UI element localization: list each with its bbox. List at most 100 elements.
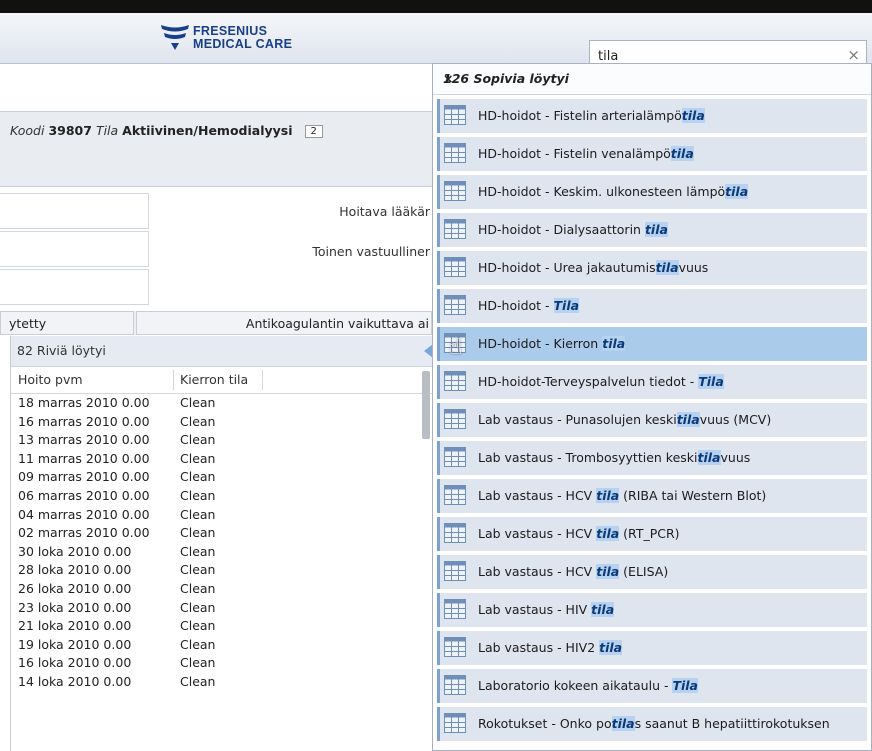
table-row[interactable]: 13 marras 2010 0.00 Clean <box>11 431 433 450</box>
table-row[interactable]: 18 marras 2010 0.00 Clean <box>11 394 433 413</box>
toolbar-strip <box>0 150 432 187</box>
treatment-date-cell: 19 loka 2010 0.00 <box>18 636 132 652</box>
close-icon[interactable]: × <box>443 71 865 86</box>
search-match-highlight: Tila <box>553 298 580 313</box>
treatment-date-cell: 16 loka 2010 0.00 <box>18 655 132 671</box>
form-field-3[interactable] <box>0 269 149 305</box>
search-match-highlight: tila <box>655 260 679 275</box>
result-label-prefix: Lab vastaus - HIV <box>478 602 592 617</box>
column-cycle-status[interactable]: Kierron tila <box>180 372 248 387</box>
result-item[interactable]: HD-hoidot - Keskim. ulkonesteen lämpötil… <box>437 175 867 209</box>
result-label: Lab vastaus - HCV tila (RIBA tai Western… <box>478 488 766 503</box>
results-list: HD-hoidot - Fistelin arterialämpötila HD-… <box>433 99 871 741</box>
result-item[interactable]: HD-hoidot - Urea jakautumistilavuus <box>437 251 867 285</box>
status-label: Tila <box>95 123 119 138</box>
treatment-date-cell: 28 loka 2010 0.00 <box>18 562 132 578</box>
result-label-prefix: HD-hoidot - <box>478 298 554 313</box>
result-label: HD-hoidot-Terveyspalvelun tiedot - Tila <box>478 374 724 389</box>
result-label-prefix: Lab vastaus - HCV <box>478 488 597 503</box>
column-treatment-date[interactable]: Hoito pvm <box>18 372 83 387</box>
cycle-status-cell: Clean <box>180 618 216 634</box>
tab-anticoagulant[interactable]: Antikoagulantin vaikuttava ai <box>136 311 432 335</box>
table-icon <box>444 181 466 201</box>
table-row[interactable]: 30 loka 2010 0.00 Clean <box>11 543 433 562</box>
cycle-status-cell: Clean <box>180 395 216 410</box>
hand-cursor-icon: ☝ <box>449 335 463 360</box>
table-row[interactable]: 04 marras 2010 0.00 Clean <box>11 506 433 525</box>
table-row[interactable]: 16 loka 2010 0.00 Clean <box>11 654 433 673</box>
cycle-status-cell: Clean <box>180 487 216 503</box>
result-item[interactable]: Lab vastaus - HIV tila <box>437 593 867 627</box>
result-label: Lab vastaus - HIV tila <box>478 602 615 617</box>
search-match-highlight: tila <box>591 602 615 617</box>
result-label-prefix: Laboratorio kokeen aikataulu - <box>478 678 673 693</box>
table-row[interactable]: 28 loka 2010 0.00 Clean <box>11 561 433 580</box>
treatment-date-cell: 26 loka 2010 0.00 <box>18 580 132 596</box>
result-item[interactable]: Lab vastaus - Punasolujen keskitilavuus … <box>437 403 867 437</box>
result-item[interactable]: HD-hoidot - Tila <box>437 289 867 323</box>
result-item[interactable]: Lab vastaus - HCV tila (ELISA) <box>437 555 867 589</box>
search-match-highlight: tila <box>599 640 623 655</box>
column-divider <box>173 370 174 390</box>
result-label-suffix: vuus <box>720 450 751 465</box>
clear-search-icon[interactable]: × <box>847 46 860 64</box>
table-icon <box>444 713 466 733</box>
result-item[interactable]: HD-hoidot - Fistelin arterialämpötila <box>437 99 867 133</box>
result-label-prefix: Lab vastaus - Punasolujen keski <box>478 412 677 427</box>
cycle-status-cell: Clean <box>180 580 216 596</box>
result-item[interactable]: Lab vastaus - Trombosyyttien keskitilavu… <box>437 441 867 475</box>
table-row[interactable]: 19 loka 2010 0.00 Clean <box>11 636 433 655</box>
count-badge[interactable]: 2 <box>304 125 323 138</box>
grid-scrollbar[interactable] <box>422 371 430 439</box>
search-match-highlight: tila <box>681 108 705 123</box>
result-item[interactable]: Laboratorio kokeen aikataulu - Tila <box>437 669 867 703</box>
results-header: 126 Sopivia löytyi × <box>433 64 871 95</box>
result-label: Lab vastaus - Punasolujen keskitilavuus … <box>478 412 771 427</box>
table-icon <box>444 143 466 163</box>
fresenius-logo-icon <box>161 25 189 50</box>
table-row[interactable]: 06 marras 2010 0.00 Clean <box>11 487 433 506</box>
form-field-1[interactable] <box>0 193 149 229</box>
result-item[interactable]: Rokotukset - Onko potilas saanut B hepat… <box>437 707 867 741</box>
code-label: Koodi <box>10 123 45 138</box>
result-label-prefix: Lab vastaus - Trombosyyttien keski <box>478 450 698 465</box>
table-row[interactable]: 02 marras 2010 0.00 Clean <box>11 524 433 543</box>
tab-first[interactable]: ytetty <box>0 311 134 335</box>
cycle-status-cell: Clean <box>180 506 216 522</box>
table-row[interactable]: 26 loka 2010 0.00 Clean <box>11 580 433 599</box>
table-row[interactable]: 14 loka 2010 0.00 Clean <box>11 673 433 692</box>
cycle-status-cell: Clean <box>180 432 216 448</box>
patient-summary-bar: Koodi 39807 Tila Aktiivinen/Hemodialyysi… <box>0 111 432 151</box>
result-label-suffix: (ELISA) <box>619 564 669 579</box>
treatment-date-cell: 21 loka 2010 0.00 <box>18 618 132 634</box>
result-item[interactable]: Lab vastaus - HCV tila (RT_PCR) <box>437 517 867 551</box>
table-row[interactable]: 09 marras 2010 0.00 Clean <box>11 468 433 487</box>
result-label: HD-hoidot - Fistelin venalämpötila <box>478 146 694 161</box>
table-row[interactable]: 23 loka 2010 0.00 Clean <box>11 599 433 618</box>
form-field-2[interactable] <box>0 231 149 267</box>
result-label-prefix: HD-hoidot-Terveyspalvelun tiedot - <box>478 374 699 389</box>
table-row[interactable]: 21 loka 2010 0.00 Clean <box>11 617 433 636</box>
table-row[interactable]: 11 marras 2010 0.00 Clean <box>11 450 433 469</box>
result-item[interactable]: Lab vastaus - HCV tila (RIBA tai Western… <box>437 479 867 513</box>
result-label: Lab vastaus - HCV tila (ELISA) <box>478 564 668 579</box>
search-match-highlight: Tila <box>672 678 698 693</box>
treatment-date-cell: 13 marras 2010 0.00 <box>18 432 150 448</box>
result-item[interactable]: HD-hoidot - Dialysaattorin tila <box>437 213 867 247</box>
result-item[interactable]: Lab vastaus - HIV2 tila <box>437 631 867 665</box>
result-item[interactable]: HD-hoidot - Fistelin venalämpötila <box>437 137 867 171</box>
table-row[interactable]: 16 marras 2010 0.00 Clean <box>11 413 433 432</box>
app-header: FRESENIUS MEDICAL CARE × <box>0 13 872 70</box>
result-label-prefix: HD-hoidot - Kierron <box>478 336 603 351</box>
grid-column-header: Hoito pvm Kierron tila <box>11 367 433 394</box>
code-value: 39807 <box>48 123 92 138</box>
search-match-highlight: tila <box>611 716 635 731</box>
table-icon <box>444 447 466 467</box>
search-match-highlight: Tila <box>698 374 724 389</box>
result-item[interactable]: HD-hoidot - Kierron tila ☝ <box>437 327 867 361</box>
result-label: Lab vastaus - HCV tila (RT_PCR) <box>478 526 680 541</box>
result-item[interactable]: HD-hoidot-Terveyspalvelun tiedot - Tila <box>437 365 867 399</box>
cycle-status-cell: Clean <box>180 469 216 485</box>
search-match-highlight: tila <box>596 488 620 503</box>
result-label: HD-hoidot - Keskim. ulkonesteen lämpötil… <box>478 184 749 199</box>
